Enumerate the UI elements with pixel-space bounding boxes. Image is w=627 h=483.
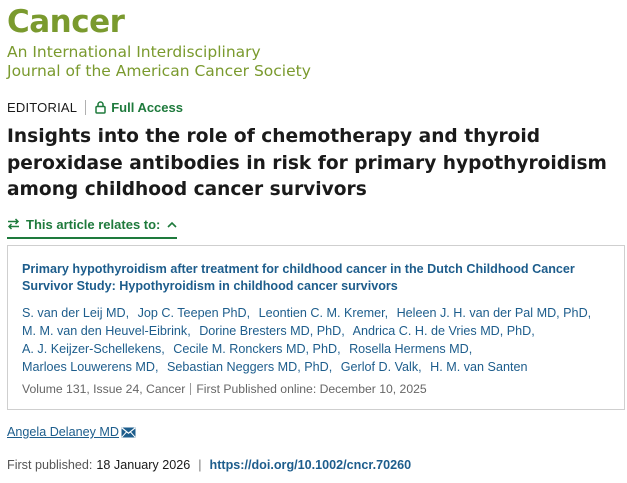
related-citation: Volume 131, Issue 24, Cancer First Publi… bbox=[22, 382, 427, 396]
divider: | bbox=[198, 458, 202, 472]
journal-title[interactable]: Cancer bbox=[7, 2, 125, 42]
relates-label: This article relates to: bbox=[26, 216, 161, 232]
access-badge: Full Access bbox=[95, 100, 183, 115]
author-link[interactable]: Andrica C. H. de Vries MD, PhD bbox=[353, 324, 535, 338]
author-link[interactable]: Cecile M. Ronckers MD, PhD bbox=[173, 342, 340, 356]
author-link[interactable]: Dorine Bresters MD, PhD bbox=[199, 324, 345, 338]
author-link[interactable]: A. J. Keijzer-Schellekens bbox=[22, 342, 165, 356]
journal-subtitle-line1: An International Interdisciplinary bbox=[7, 43, 261, 61]
author-link[interactable]: Heleen J. H. van der Pal MD, PhD bbox=[397, 306, 592, 320]
author-link[interactable]: Rosella Hermens MD bbox=[349, 342, 472, 356]
relates-toggle[interactable]: This article relates to: bbox=[7, 214, 178, 239]
author-name[interactable]: Angela Delaney MD bbox=[7, 425, 119, 439]
divider bbox=[85, 99, 87, 115]
journal-subtitle: An International Interdisciplinary Journ… bbox=[7, 43, 311, 81]
corresponding-author[interactable]: Angela Delaney MD bbox=[7, 425, 136, 439]
citation-published: First Published online: December 10, 202… bbox=[196, 382, 427, 396]
article-type-row: EDITORIAL Full Access bbox=[7, 99, 183, 115]
doi-link[interactable]: https://doi.org/10.1002/cncr.70260 bbox=[210, 458, 412, 472]
citation-comma: , bbox=[139, 382, 147, 396]
author-link[interactable]: S. van der Leij MD bbox=[22, 306, 129, 320]
article-type: EDITORIAL bbox=[7, 99, 78, 115]
lock-icon bbox=[95, 100, 106, 114]
related-article-card: Primary hypothyroidism after treatment f… bbox=[7, 245, 625, 410]
envelope-icon[interactable] bbox=[121, 426, 136, 438]
citation-volume: Volume 131 bbox=[22, 382, 87, 396]
access-label: Full Access bbox=[111, 99, 183, 115]
chevron-up-icon bbox=[167, 221, 177, 228]
author-link[interactable]: Leontien C. M. Kremer bbox=[259, 306, 389, 320]
first-published-date: 18 January 2026 bbox=[96, 458, 191, 472]
related-authors: S. van der Leij MD Jop C. Teepen PhD Leo… bbox=[22, 304, 622, 376]
article-title: Insights into the role of chemotherapy a… bbox=[7, 126, 607, 200]
swap-arrows-icon bbox=[7, 218, 20, 230]
citation-comma: , bbox=[86, 382, 94, 396]
related-article-title[interactable]: Primary hypothyroidism after treatment f… bbox=[22, 261, 612, 294]
journal-subtitle-line2: Journal of the American Cancer Society bbox=[7, 62, 311, 80]
publication-info: First published: 18 January 2026 | https… bbox=[7, 458, 411, 472]
author-link[interactable]: Sebastian Neggers MD, PhD bbox=[167, 360, 332, 374]
citation-journal: Cancer bbox=[146, 382, 186, 396]
first-published-label: First published: bbox=[7, 458, 93, 472]
citation-issue: Issue 24 bbox=[93, 382, 140, 396]
author-link[interactable]: Marloes Louwerens MD bbox=[22, 360, 159, 374]
author-link[interactable]: Gerlof D. Valk bbox=[341, 360, 422, 374]
author-link[interactable]: Jop C. Teepen PhD bbox=[138, 306, 250, 320]
author-link[interactable]: H. M. van Santen bbox=[430, 360, 527, 374]
author-link[interactable]: M. M. van den Heuvel-Eibrink bbox=[22, 324, 191, 338]
divider bbox=[190, 383, 192, 395]
